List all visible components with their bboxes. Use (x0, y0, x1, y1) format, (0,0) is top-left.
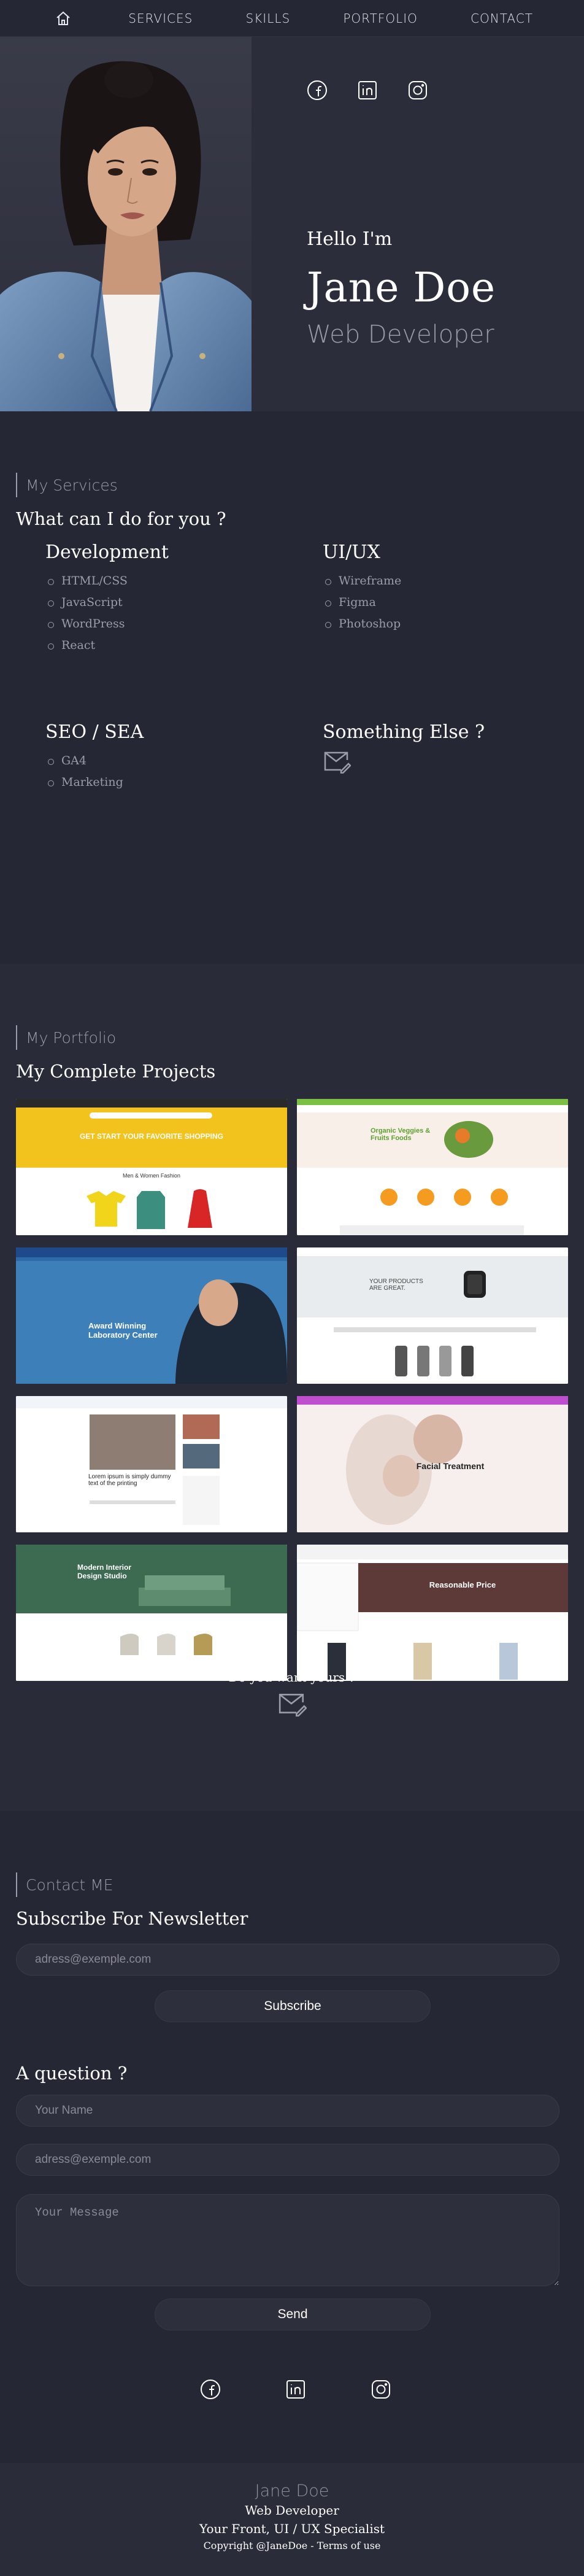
portfolio-title: My Complete Projects (16, 1061, 216, 1082)
project-card-facial[interactable]: Facial Treatment (297, 1396, 568, 1532)
project-card-shop[interactable]: Reasonable Price (297, 1545, 568, 1681)
service-something-else: Something Else ? (323, 721, 485, 777)
services-label: My Services (16, 473, 568, 497)
contact-label: Contact ME (16, 1872, 568, 1897)
subscribe-button[interactable]: Subscribe (155, 1990, 431, 2022)
service-title: Something Else ? (323, 721, 485, 743)
footer-name: Jane Doe (255, 2481, 329, 2500)
portfolio-cta: Do you want yours ? (228, 1670, 356, 1685)
project-card-laboratory[interactable]: Award Winning Laboratory Center (16, 1247, 287, 1384)
linkedin-icon[interactable] (285, 2379, 306, 2400)
nav-portfolio[interactable]: PORTFOLIO (343, 11, 418, 26)
project-caption: Award Winning Laboratory Center (88, 1321, 158, 1340)
skill-item: Marketing (45, 772, 144, 793)
message-textarea[interactable] (16, 2194, 559, 2286)
footer: Jane Doe Web Developer Your Front, UI / … (0, 2463, 584, 2576)
service-uiux: UI/UX Wireframe Figma Photoshop (323, 541, 401, 635)
service-seo: SEO / SEA GA4 Marketing (45, 721, 144, 793)
skill-item: WordPress (45, 613, 169, 635)
linkedin-icon[interactable] (357, 80, 378, 101)
skill-item: React (45, 635, 169, 656)
skill-item: Wireframe (323, 570, 401, 592)
project-card-blog[interactable]: Lorem ipsum is simply dummy text of the … (16, 1396, 287, 1532)
project-caption: Lorem ipsum is simply dummy text of the … (88, 1473, 171, 1487)
services-section: My Services What can I do for you ? Deve… (0, 411, 584, 964)
skill-item: HTML/CSS (45, 570, 169, 592)
nav-skills[interactable]: SKILLS (245, 11, 290, 26)
hero-role: Web Developer (307, 320, 494, 349)
skill-item: Figma (323, 592, 401, 613)
project-caption: Reasonable Price (429, 1580, 496, 1589)
top-nav: SERVICES SKILLS PORTFOLIO CONTACT (0, 0, 584, 37)
services-title: What can I do for you ? (16, 508, 226, 529)
nav-services[interactable]: SERVICES (128, 11, 193, 26)
label-bar (16, 1872, 17, 1897)
newsletter-email-input[interactable] (16, 1944, 559, 1976)
portrait-image (0, 37, 252, 411)
footer-copyright[interactable]: Copyright @JaneDoe - Terms of use (0, 2540, 584, 2551)
label-bar (16, 473, 17, 497)
project-caption: Facial Treatment (416, 1461, 485, 1471)
name-input[interactable] (16, 2095, 559, 2127)
project-caption: YOUR PRODUCTS ARE GREAT. (369, 1278, 423, 1292)
skill-item: Photoshop (323, 613, 401, 635)
service-title: Development (45, 541, 169, 563)
home-icon[interactable] (51, 6, 75, 31)
send-button[interactable]: Send (155, 2299, 431, 2330)
project-card-organic[interactable]: Organic Veggies & Fruits Foods (297, 1099, 568, 1235)
project-grid: GET START YOUR FAVORITE SHOPPING Men & W… (16, 1099, 568, 1681)
project-caption: Organic Veggies & Fruits Foods (371, 1127, 431, 1142)
instagram-icon[interactable] (371, 2379, 391, 2400)
service-title: SEO / SEA (45, 721, 144, 743)
service-title: UI/UX (323, 541, 380, 563)
skill-item: JavaScript (45, 592, 169, 613)
facebook-icon[interactable] (307, 80, 328, 101)
question-title: A question ? (16, 2063, 128, 2084)
newsletter-title: Subscribe For Newsletter (16, 1908, 248, 1929)
project-card-interior[interactable]: Modern Interior Design Studio (16, 1545, 287, 1681)
contact-social-links (200, 2379, 391, 2400)
services-label-text: My Services (26, 476, 118, 494)
footer-specialist: Your Front, UI / UX Specialist (199, 2521, 385, 2536)
footer-role: Web Developer (245, 2503, 339, 2518)
email-input[interactable] (16, 2144, 559, 2176)
project-card-fashion[interactable]: GET START YOUR FAVORITE SHOPPING Men & W… (16, 1099, 287, 1235)
mail-edit-icon[interactable] (323, 750, 352, 774)
project-card-products[interactable]: YOUR PRODUCTS ARE GREAT. (297, 1247, 568, 1384)
project-subcaption: Men & Women Fashion (123, 1173, 180, 1179)
hero-section: Hello I'm Jane Doe Web Developer (0, 37, 584, 411)
portfolio-section: My Portfolio My Complete Projects GET ST… (0, 964, 584, 1811)
skill-item: GA4 (45, 750, 144, 772)
portfolio-label-text: My Portfolio (26, 1028, 117, 1047)
contact-section: Contact ME Subscribe For Newsletter Subs… (0, 1811, 584, 2463)
service-development: Development HTML/CSS JavaScript WordPres… (45, 541, 169, 656)
hero-greeting: Hello I'm (307, 228, 393, 250)
facebook-icon[interactable] (200, 2379, 221, 2400)
portfolio-label: My Portfolio (16, 1025, 568, 1050)
project-caption: GET START YOUR FAVORITE SHOPPING (79, 1132, 224, 1141)
nav-contact[interactable]: CONTACT (471, 11, 533, 26)
hero-name: Jane Doe (307, 264, 496, 311)
contact-label-text: Contact ME (26, 1876, 113, 1894)
hero-social-links (307, 80, 428, 101)
mail-edit-icon[interactable] (277, 1692, 307, 1717)
label-bar (16, 1025, 17, 1050)
instagram-icon[interactable] (407, 80, 428, 101)
project-caption: Modern Interior Design Studio (77, 1563, 132, 1580)
